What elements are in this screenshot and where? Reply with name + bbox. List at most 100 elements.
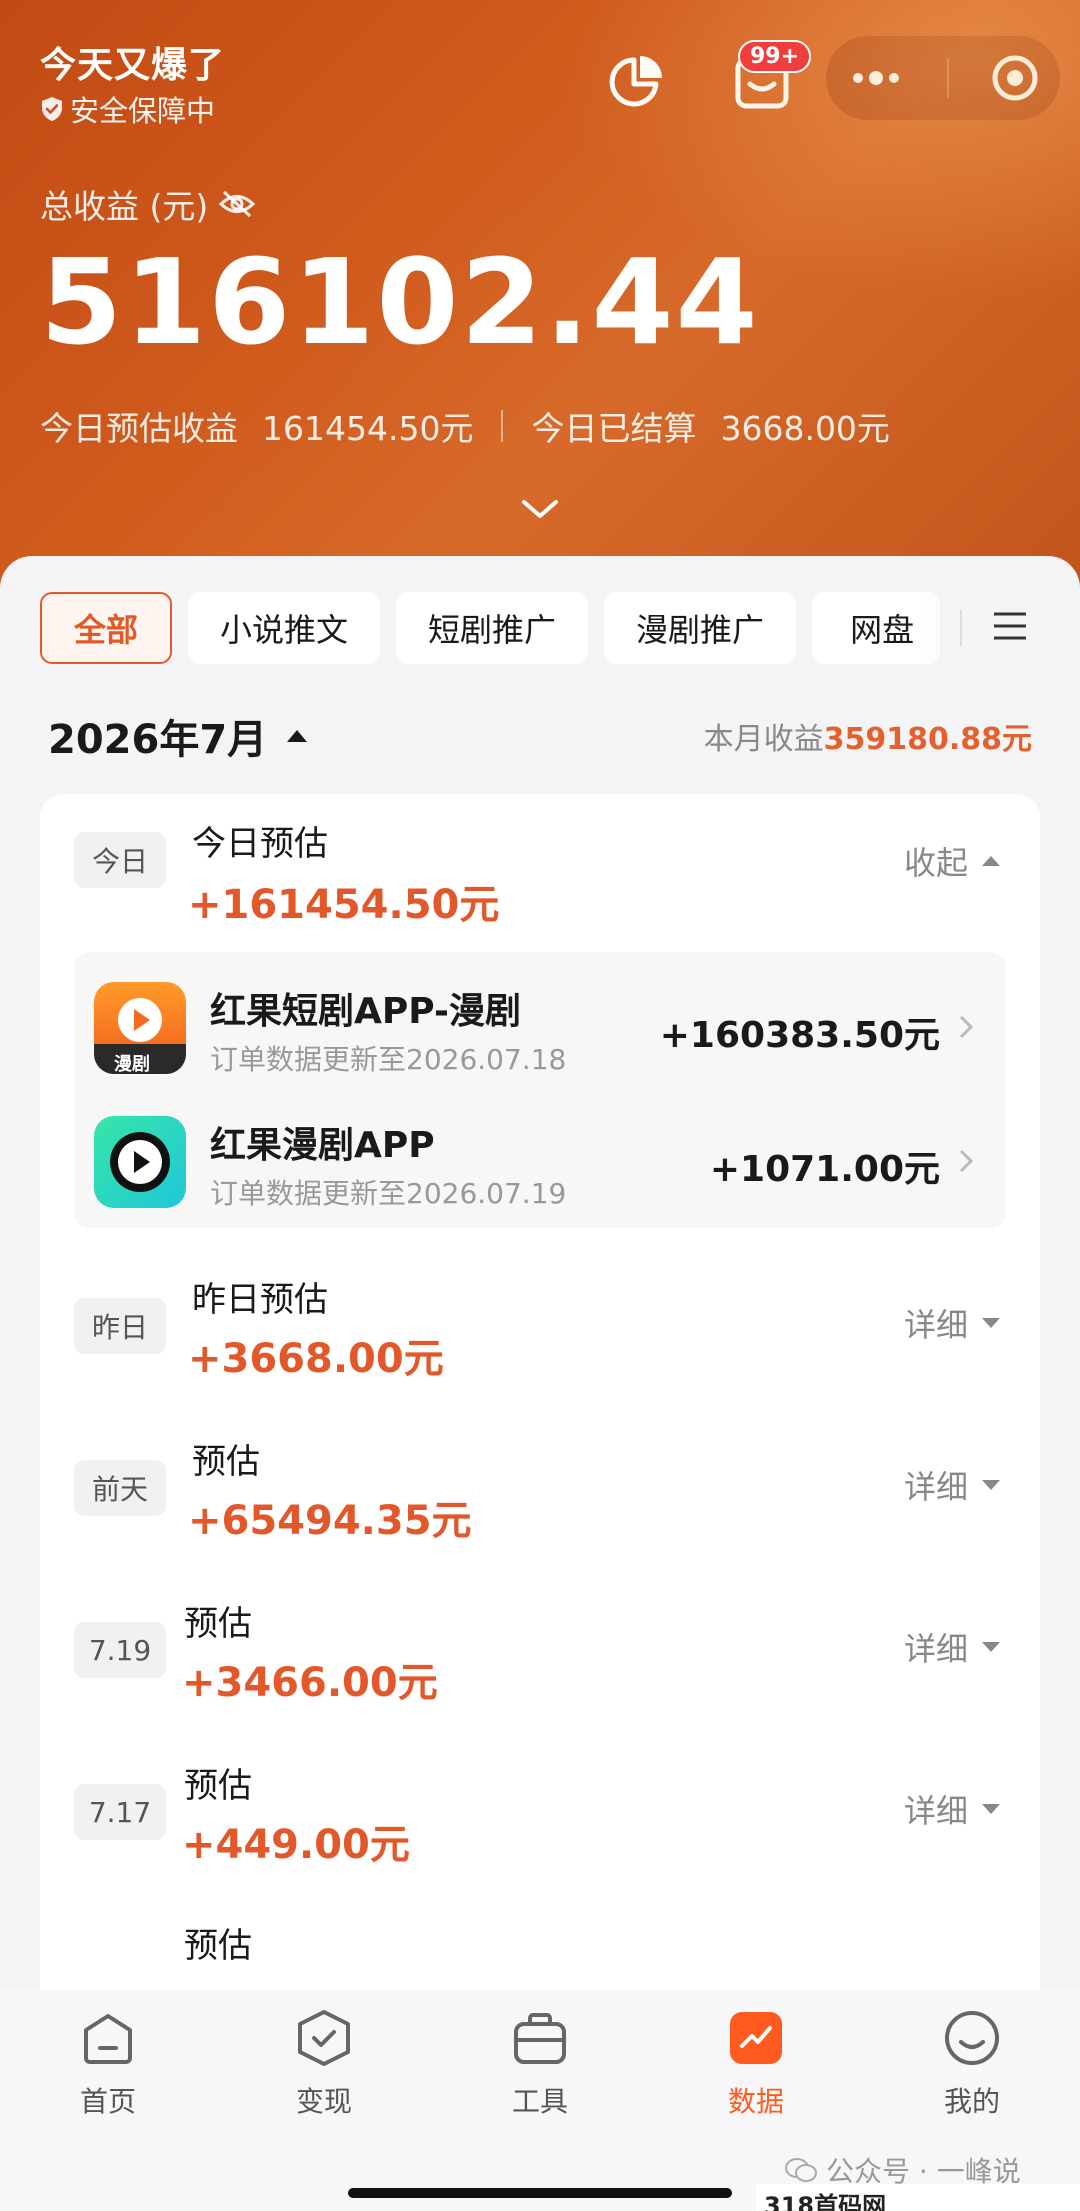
nav-profile[interactable]: 我的 (902, 2008, 1042, 2120)
row-label: 今日预估 (192, 824, 328, 864)
chevron-down-icon[interactable] (520, 498, 560, 522)
content-panel: 全部 小说推文 短剧推广 漫剧推广 网盘 2026年7月 本月收益359180.… (0, 556, 1080, 1990)
shield-check-icon (42, 97, 62, 121)
nav-home[interactable]: 首页 (38, 2008, 178, 2120)
site-tag: 318首码网 www.e318.com (756, 2184, 1080, 2211)
app-update-time: 订单数据更新至2026.07.19 (210, 1177, 567, 1210)
total-earnings-value: 516102.44 (40, 233, 760, 371)
stats-divider (501, 410, 504, 442)
collapse-label: 收起 (903, 844, 968, 882)
collapse-button[interactable]: 收起 (904, 838, 1000, 884)
app-name: 红果漫剧APP (210, 1125, 435, 1166)
menu-icon[interactable] (990, 608, 1030, 644)
chart-icon (730, 2012, 782, 2064)
month-total-label: 本月收益 (703, 722, 824, 757)
triangle-up-icon (982, 856, 1000, 866)
eye-off-icon[interactable] (218, 189, 256, 219)
month-title: 2026年7月 (48, 717, 268, 763)
app-amount: +1071.00元 (709, 1149, 940, 1190)
header: 今天又爆了 安全保障中 99+ 总收益 (元) 516102.44 今日预估收益… (0, 0, 1080, 600)
triangle-down-icon (982, 1804, 1000, 1814)
wechat-icon (785, 2158, 817, 2182)
date-chip: 今日 (74, 832, 166, 888)
detail-button[interactable]: 详细 (904, 1786, 1000, 1832)
detail-button[interactable]: 详细 (904, 1624, 1000, 1670)
detail-label: 详细 (903, 1468, 968, 1506)
today-stats: 今日预估收益 161454.50元 今日已结算 3668.00元 (40, 402, 890, 450)
pie-chart-icon[interactable] (604, 50, 668, 114)
detail-button[interactable]: 详细 (904, 1300, 1000, 1346)
today-settled-value: 3668.00元 (720, 409, 890, 448)
home-indicator (348, 2188, 732, 2198)
nav-data[interactable]: 数据 (686, 2008, 826, 2120)
month-total-value: 359180.88元 (823, 722, 1032, 757)
total-label-text: 总收益 (元) (40, 187, 209, 226)
chevron-right-icon (959, 1149, 974, 1173)
message-badge: 99+ (738, 40, 812, 73)
home-icon (84, 2014, 132, 2064)
caret-up-icon (287, 730, 308, 742)
triangle-down-icon (982, 1642, 1000, 1652)
detail-label: 详细 (903, 1306, 968, 1344)
category-tabs: 全部 小说推文 短剧推广 漫剧推广 网盘 (40, 592, 941, 664)
nav-tools[interactable]: 工具 (470, 2008, 610, 2120)
triangle-down-icon (982, 1318, 1000, 1328)
capsule-divider (946, 58, 949, 98)
nav-monetize[interactable]: 变现 (254, 2008, 394, 2120)
date-chip: 7.19 (74, 1622, 166, 1678)
nav-label: 我的 (943, 2085, 1000, 2118)
date-chip: 前天 (74, 1460, 166, 1516)
nav-label: 数据 (727, 2085, 784, 2118)
close-target-icon[interactable] (990, 53, 1040, 103)
app-title: 今天又爆了 (40, 45, 226, 86)
row-amount: +161454.50元 (188, 882, 500, 928)
nav-label: 首页 (79, 2085, 136, 2118)
app-amount: +160383.50元 (659, 1015, 940, 1056)
row-label: 预估 (184, 1926, 252, 1966)
safety-text: 安全保障中 (70, 94, 216, 128)
app-name: 红果短剧APP-漫剧 (210, 991, 521, 1032)
tab-short-drama[interactable]: 短剧推广 (396, 592, 589, 664)
hongguo-comic-app-icon (94, 1116, 186, 1208)
row-label: 预估 (184, 1766, 252, 1806)
today-settled-label: 今日已结算 (531, 409, 697, 448)
row-amount: +65494.35元 (188, 1498, 472, 1544)
app-update-time: 订单数据更新至2026.07.18 (210, 1043, 567, 1076)
tab-all[interactable]: 全部 (40, 592, 173, 664)
date-chip: 7.17 (74, 1784, 166, 1840)
app-item[interactable]: 红果漫剧APP 订单数据更新至2026.07.19 +1071.00元 (74, 1096, 1006, 1226)
tab-comic-drama[interactable]: 漫剧推广 (604, 592, 797, 664)
detail-label: 详细 (903, 1630, 968, 1668)
check-shield-icon (298, 2010, 350, 2066)
today-estimate-label: 今日预估收益 (40, 409, 238, 448)
smile-icon (945, 2011, 999, 2065)
tab-novel[interactable]: 小说推文 (188, 592, 381, 664)
total-earnings-label: 总收益 (元) (40, 180, 256, 228)
month-total: 本月收益359180.88元 (704, 714, 1032, 758)
app-item[interactable]: 漫剧 红果短剧APP-漫剧 订单数据更新至2026.07.18 +160383.… (74, 962, 1006, 1092)
row-amount: +3466.00元 (182, 1660, 438, 1706)
more-icon[interactable] (846, 68, 906, 88)
tabs-fade (920, 586, 980, 670)
chevron-right-icon (959, 1015, 974, 1039)
nav-label: 工具 (511, 2085, 568, 2118)
app-icon-caption: 漫剧 (114, 1054, 150, 1075)
detail-button[interactable]: 详细 (904, 1462, 1000, 1508)
detail-label: 详细 (903, 1792, 968, 1830)
mini-program-capsule (826, 36, 1060, 120)
app-breakdown: 漫剧 红果短剧APP-漫剧 订单数据更新至2026.07.18 +160383.… (74, 952, 1006, 1228)
date-chip: 昨日 (74, 1298, 166, 1354)
earnings-list: 今日 今日预估 +161454.50元 收起 漫剧 红果短剧APP-漫剧 订单数… (40, 794, 1040, 1990)
toolbox-icon (514, 2013, 566, 2064)
row-label: 昨日预估 (192, 1280, 328, 1320)
row-label: 预估 (184, 1604, 252, 1644)
safety-status: 安全保障中 (40, 88, 215, 130)
triangle-down-icon (982, 1480, 1000, 1490)
month-header: 2026年7月 本月收益359180.88元 (48, 706, 1032, 766)
row-amount: +3668.00元 (188, 1336, 444, 1382)
nav-label: 变现 (295, 2085, 352, 2118)
tabs-divider (960, 610, 962, 646)
month-selector[interactable]: 2026年7月 (48, 707, 308, 765)
row-label: 预估 (192, 1442, 260, 1482)
today-estimate-value: 161454.50元 (262, 409, 474, 448)
